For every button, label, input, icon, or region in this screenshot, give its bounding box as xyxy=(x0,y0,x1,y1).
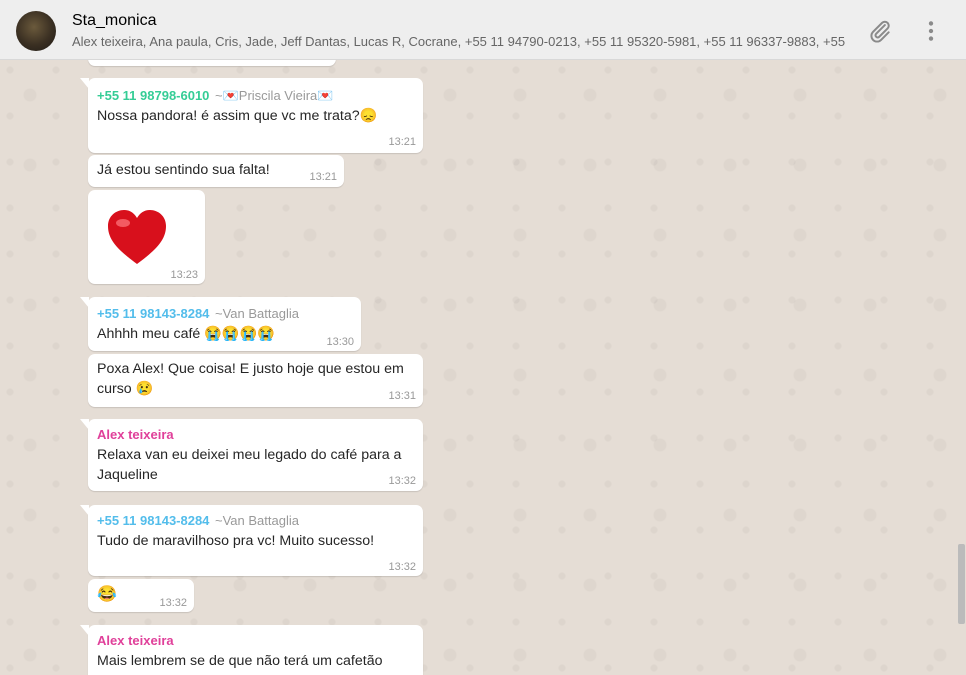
message-time: 13:21 xyxy=(388,136,416,148)
message-bubble[interactable]: Já estou sentindo sua falta! 13:21 xyxy=(88,155,344,187)
message-text: Tudo de maravilhoso pra vc! Muito sucess… xyxy=(97,533,375,549)
sender-alias: ~Van Battaglia xyxy=(215,513,299,528)
message-list[interactable]: +55 11 98798-6010 ~💌Priscila Vieira💌 Nos… xyxy=(0,60,966,675)
message-bubble-emoji[interactable]: 13:23 xyxy=(88,190,205,284)
message-text-line2: Jaqueline xyxy=(97,467,158,483)
message-bubble[interactable]: 😂 13:32 xyxy=(88,579,194,612)
message-text-line1: Poxa Alex! Que coisa! E justo hoje que e… xyxy=(97,361,404,377)
message-bubble[interactable]: Poxa Alex! Que coisa! E justo hoje que e… xyxy=(88,354,423,407)
message-bubble[interactable]: +55 11 98143-8284 ~Van Battaglia Ahhhh m… xyxy=(80,297,361,351)
message-time: 13:31 xyxy=(388,390,416,402)
message-time: 13:30 xyxy=(326,336,354,348)
message-text-line1: Relaxa van eu deixei meu legado do café … xyxy=(97,447,402,463)
message-bubble-partial[interactable] xyxy=(88,60,336,66)
participants-list[interactable]: Alex teixeira, Ana paula, Cris, Jade, Je… xyxy=(72,34,847,49)
message-text: Já estou sentindo sua falta! xyxy=(97,162,270,178)
message-bubble[interactable]: +55 11 98143-8284 ~Van Battaglia Tudo de… xyxy=(80,505,423,576)
sender-name[interactable]: Alex teixeira xyxy=(97,427,174,442)
sender-phone[interactable]: +55 11 98798-6010 xyxy=(97,88,209,103)
sender-alias: ~💌Priscila Vieira💌 xyxy=(215,88,334,103)
message-text: Mais lembrem se de que não terá um cafet… xyxy=(97,653,383,669)
sender-phone[interactable]: +55 11 98143-8284 xyxy=(97,513,209,528)
message-time: 13:32 xyxy=(159,597,187,609)
laughing-emoji-icon: 😂 xyxy=(97,586,117,603)
message-bubble[interactable]: Alex teixeira Mais lembrem se de que não… xyxy=(80,625,423,675)
message-bubble[interactable]: +55 11 98798-6010 ~💌Priscila Vieira💌 Nos… xyxy=(80,78,423,153)
message-time: 13:32 xyxy=(388,561,416,573)
more-vertical-icon[interactable] xyxy=(918,18,944,44)
heart-emoji-icon xyxy=(106,208,166,268)
paperclip-icon[interactable] xyxy=(867,18,893,44)
message-text: Nossa pandora! é assim que vc me trata?😞 xyxy=(97,108,378,124)
message-time: 13:21 xyxy=(309,171,337,183)
chat-title[interactable]: Sta_monica xyxy=(72,12,157,30)
message-text-line2: curso 😢 xyxy=(97,381,154,397)
message-text: Ahhhh meu café 😭😭😭😭 xyxy=(97,326,275,342)
sender-phone[interactable]: +55 11 98143-8284 xyxy=(97,306,209,321)
sender-name[interactable]: Alex teixeira xyxy=(97,633,174,648)
sender-alias: ~Van Battaglia xyxy=(215,306,299,321)
chat-header: Sta_monica Alex teixeira, Ana paula, Cri… xyxy=(0,0,966,60)
message-time: 13:23 xyxy=(170,269,198,281)
message-time: 13:32 xyxy=(388,475,416,487)
group-avatar[interactable] xyxy=(16,11,56,51)
scrollbar-thumb[interactable] xyxy=(958,544,965,624)
message-bubble[interactable]: Alex teixeira Relaxa van eu deixei meu l… xyxy=(80,419,423,491)
